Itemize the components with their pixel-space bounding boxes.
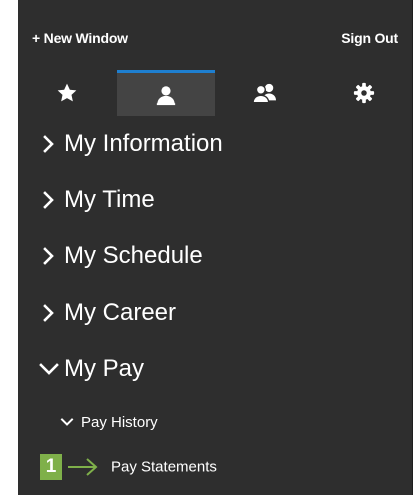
nav-item-label: My Pay — [64, 355, 145, 382]
tab-my-info[interactable] — [117, 70, 215, 116]
nav-subitem-label: Pay Statements — [111, 458, 217, 476]
top-bar: + New Window Sign Out — [18, 0, 412, 70]
arrow-right-icon — [68, 458, 98, 476]
chevron-right-icon — [43, 135, 54, 153]
chevron-right-icon — [43, 191, 54, 209]
nav-item-my-pay[interactable]: My Pay — [18, 344, 412, 394]
tab-settings[interactable] — [315, 70, 413, 116]
people-icon — [252, 83, 276, 104]
nav-item-label: My Information — [64, 130, 223, 157]
nav-item-label: My Time — [64, 186, 155, 213]
nav-subitem-pay-history[interactable]: Pay History — [18, 405, 412, 439]
chevron-down-icon — [60, 418, 74, 426]
chevron-down-icon — [39, 363, 59, 375]
tab-favorites[interactable] — [18, 70, 116, 116]
chevron-right-icon — [43, 304, 54, 322]
nav-item-my-schedule[interactable]: My Schedule — [18, 231, 412, 281]
tab-team[interactable] — [216, 70, 314, 116]
nav-item-label: My Schedule — [64, 242, 203, 269]
sign-out-link[interactable]: Sign Out — [341, 30, 398, 46]
chevron-right-icon — [43, 247, 54, 265]
nav-subitem-pay-statements[interactable]: 1 Pay Statements — [18, 450, 412, 484]
nav-subitem-label: Pay History — [81, 413, 158, 431]
person-icon — [156, 85, 176, 105]
new-window-link[interactable]: + New Window — [32, 30, 128, 46]
nav-item-my-time[interactable]: My Time — [18, 175, 412, 225]
step-badge: 1 — [40, 454, 62, 480]
nav-item-my-career[interactable]: My Career — [18, 288, 412, 338]
star-icon — [57, 83, 77, 102]
nav-item-my-information[interactable]: My Information — [18, 119, 412, 169]
navigation-panel: + New Window Sign Out My Information My … — [18, 0, 413, 495]
tab-bar — [18, 70, 412, 116]
gear-icon — [353, 82, 375, 104]
nav-item-label: My Career — [64, 299, 177, 326]
